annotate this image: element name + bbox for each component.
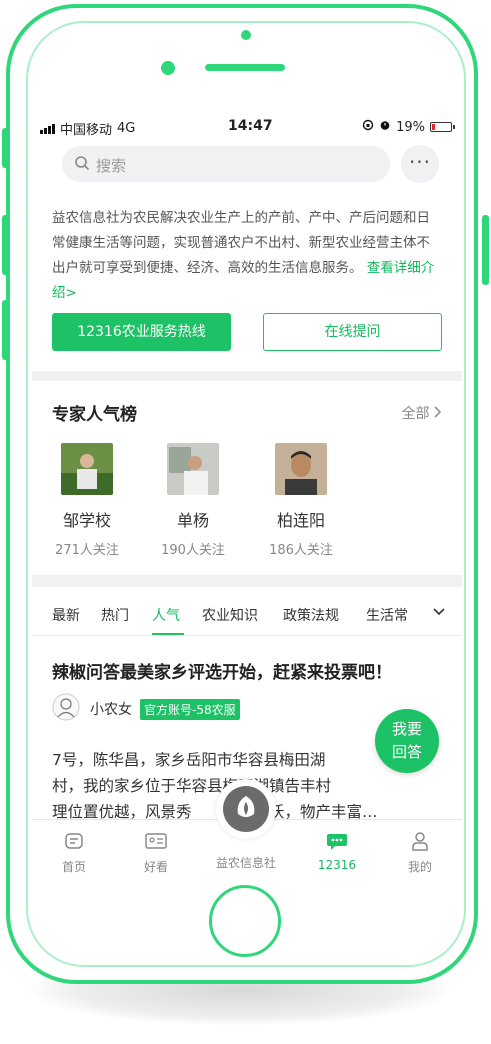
tab-life[interactable]: 生活常 [366,605,408,625]
author-name: 小农女 [90,702,132,718]
user-icon [412,832,428,851]
battery-percent: 19% [396,119,425,135]
home-button[interactable] [209,885,281,957]
intro-paragraph: 益农信息社为农民解决农业生产上的产前、产中、产后问题和日常健康生活等问题，实现普… [52,206,442,306]
expert-card[interactable]: 单杨 190人关注 [143,443,243,558]
chat-bubble-icon [327,834,347,850]
side-button-volume-down [2,300,9,360]
section-divider [32,371,462,381]
tabbar-center-label: 益农信息社 [215,856,276,870]
center-logo [223,786,269,832]
clock: 14:47 [228,118,273,134]
carrier-label: 中国移动 [60,123,113,138]
earpiece-speaker [205,64,285,71]
status-bar: 中国移动 4G 14:47 19% [32,113,462,141]
tabbar-mine-label: 我的 [407,860,432,874]
tabbar-12316-label: 12316 [317,858,357,872]
tabbar-mine[interactable]: 我的 [390,830,450,875]
online-ask-button[interactable]: 在线提问 [263,313,442,351]
alarm-icon [379,119,391,135]
tabbar-12316[interactable]: 12316 [307,830,367,872]
active-tab-indicator [152,633,184,635]
more-button[interactable]: ··· [401,145,439,183]
post-title[interactable]: 辣椒问答最美家乡评选开始，赶紧来投票吧！ [52,658,452,683]
fab-label-line1: 我要 [391,720,422,738]
tab-agri-knowledge[interactable]: 农业知识 [202,605,258,625]
experts-all-link[interactable]: 全部 [402,403,442,423]
chevron-right-icon [434,406,442,422]
tabbar-watch-label: 好看 [143,860,168,874]
expert-name: 单杨 [176,511,209,530]
tab-hot[interactable]: 热门 [101,605,129,625]
expert-followers: 186人关注 [269,543,333,558]
search-input[interactable]: 搜索 [62,146,390,182]
tabbar-home-label: 首页 [61,860,86,874]
post-author: 小农女 官方账号-58农服 [52,693,240,725]
side-button-power [482,215,489,285]
hotline-button[interactable]: 12316农业服务热线 [52,313,231,351]
search-bar-row: 搜索 ··· [32,143,462,185]
battery-icon [430,122,455,132]
expert-followers: 190人关注 [161,543,225,558]
search-icon [74,155,90,175]
answer-fab-button[interactable]: 我要 回答 [375,709,439,773]
category-tabs: 最新 热门 人气 农业知识 政策法规 生活常 [32,593,462,636]
author-avatar [52,693,80,725]
tab-popular[interactable]: 人气 [152,605,180,625]
tabbar-center-button[interactable] [216,779,276,839]
tabbar-watch[interactable]: 好看 [126,830,186,875]
card-icon [145,833,167,849]
tab-latest[interactable]: 最新 [52,605,80,625]
signal-icon [40,123,55,134]
network-label: 4G [117,121,136,136]
search-placeholder: 搜索 [96,157,127,175]
expert-card[interactable]: 邹学校 271人关注 [37,443,137,558]
phone-screen: 中国移动 4G 14:47 19% 搜索 ··· 益农信息社为农民解决农业生产上… [32,113,462,880]
experts-section-title: 专家人气榜 [52,405,137,425]
expert-avatar [275,443,327,495]
lock-rotation-icon [362,119,374,135]
side-button-volume-up [2,215,9,275]
section-divider [32,575,462,587]
official-badge: 官方账号-58农服 [140,698,240,720]
proximity-sensor [161,61,175,75]
camera [241,30,251,40]
side-button-mute [2,128,9,168]
leaf-logo-icon [237,796,255,817]
home-icon [65,833,83,849]
chevron-down-icon[interactable] [432,604,446,623]
tab-policy[interactable]: 政策法规 [283,605,339,625]
expert-followers: 271人关注 [55,543,119,558]
experts-all-label: 全部 [401,406,430,422]
tabbar-home[interactable]: 首页 [44,830,104,875]
expert-avatar [61,443,113,495]
expert-name: 柏连阳 [276,511,325,530]
expert-avatar [167,443,219,495]
expert-card[interactable]: 柏连阳 186人关注 [251,443,351,558]
expert-name: 邹学校 [62,511,111,530]
fab-label-line2: 回答 [391,743,422,761]
battery-fill [432,124,435,130]
